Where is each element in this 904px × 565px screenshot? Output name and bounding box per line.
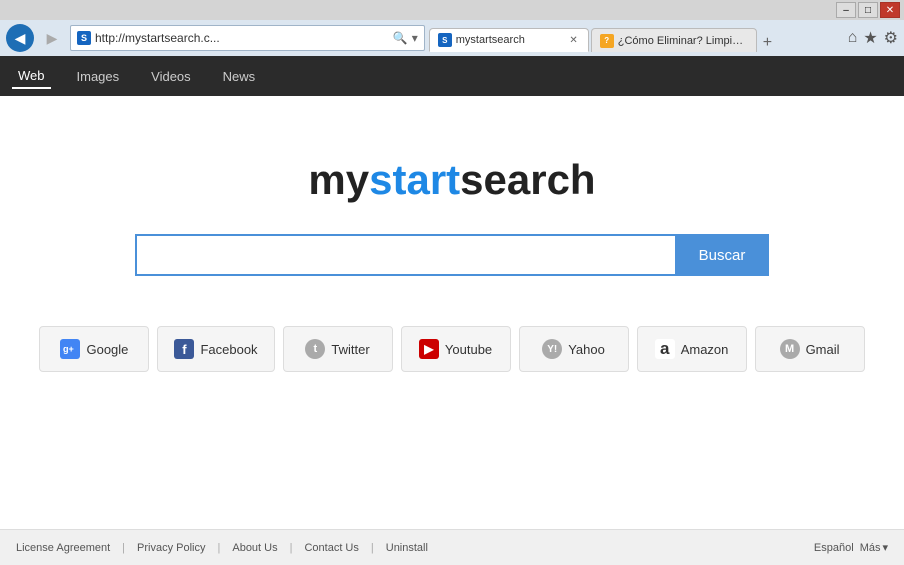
forward-icon: ▶ [47, 30, 58, 47]
nav-right: ⌂ ★ ⚙ [842, 28, 898, 48]
tab-como-eliminar[interactable]: ? ¿Cómo Eliminar? Limpiar su co... [591, 28, 757, 52]
tab-images[interactable]: Images [71, 65, 126, 88]
logo-my: my [308, 156, 369, 203]
gmail-label: Gmail [806, 342, 840, 357]
nav-bar: ◀ ▶ S http://mystartsearch.c... 🔍 ▾ S my… [0, 20, 904, 56]
footer: License Agreement | Privacy Policy | Abo… [0, 529, 904, 565]
quick-link-google[interactable]: g+ Google [39, 326, 149, 372]
license-agreement-link[interactable]: License Agreement [16, 542, 110, 554]
address-search-icon[interactable]: 🔍 [393, 31, 408, 45]
new-tab-button[interactable]: + [763, 34, 772, 52]
yahoo-icon: Y! [542, 339, 562, 359]
tab-videos[interactable]: Videos [145, 65, 197, 88]
tab-close-mystartsearch[interactable]: ✕ [567, 35, 579, 46]
search-box-row: Buscar [135, 234, 770, 276]
maximize-button[interactable]: □ [858, 2, 878, 18]
about-us-link[interactable]: About Us [232, 542, 277, 554]
google-icon: g+ [60, 339, 80, 359]
youtube-icon: ▶ [419, 339, 439, 359]
home-button[interactable]: ⌂ [848, 29, 858, 47]
amazon-icon: a [655, 339, 675, 359]
more-chevron-icon: ▾ [882, 541, 888, 554]
quick-link-yahoo[interactable]: Y! Yahoo [519, 326, 629, 372]
close-button[interactable]: ✕ [880, 2, 900, 18]
footer-right: Español Más ▾ [814, 541, 888, 554]
address-favicon: S [77, 31, 91, 45]
gmail-icon: M [780, 339, 800, 359]
back-button[interactable]: ◀ [6, 24, 34, 52]
logo: mystartsearch [308, 156, 595, 204]
google-label: Google [86, 342, 128, 357]
facebook-icon: f [174, 339, 194, 359]
yahoo-label: Yahoo [568, 342, 605, 357]
logo-search: search [460, 156, 595, 203]
forward-button[interactable]: ▶ [38, 24, 66, 52]
address-text: http://mystartsearch.c... [95, 31, 389, 45]
quick-links: g+ Google f Facebook t Twitter ▶ Youtube… [19, 326, 884, 372]
tab-news[interactable]: News [217, 65, 262, 88]
address-bar[interactable]: S http://mystartsearch.c... 🔍 ▾ [70, 25, 425, 51]
back-icon: ◀ [15, 30, 26, 47]
tab-label-mystartsearch: mystartsearch [456, 34, 525, 46]
quick-link-youtube[interactable]: ▶ Youtube [401, 326, 511, 372]
title-bar: – □ ✕ [0, 0, 904, 20]
tab-web[interactable]: Web [12, 64, 51, 89]
quick-link-twitter[interactable]: t Twitter [283, 326, 393, 372]
tab-favicon-mystartsearch: S [438, 33, 452, 47]
more-button[interactable]: Más ▾ [860, 541, 888, 554]
privacy-policy-link[interactable]: Privacy Policy [137, 542, 205, 554]
quick-link-amazon[interactable]: a Amazon [637, 326, 747, 372]
tabs-container: S mystartsearch ✕ ? ¿Cómo Eliminar? Limp… [429, 24, 838, 52]
favorites-button[interactable]: ★ [863, 28, 877, 48]
tab-label-como: ¿Cómo Eliminar? Limpiar su co... [618, 35, 748, 47]
svg-text:g+: g+ [63, 344, 74, 354]
search-toolbar: Web Images Videos News [0, 56, 904, 96]
twitter-label: Twitter [331, 342, 369, 357]
minimize-button[interactable]: – [836, 2, 856, 18]
twitter-icon: t [305, 339, 325, 359]
page-wrapper: – □ ✕ ◀ ▶ S http://mystartsearch.c... 🔍 … [0, 0, 904, 565]
youtube-label: Youtube [445, 342, 492, 357]
uninstall-link[interactable]: Uninstall [386, 542, 428, 554]
tab-mystartsearch[interactable]: S mystartsearch ✕ [429, 28, 589, 52]
more-label: Más [860, 542, 881, 554]
language-selector[interactable]: Español [814, 542, 854, 554]
quick-link-facebook[interactable]: f Facebook [157, 326, 274, 372]
search-input[interactable] [135, 234, 675, 276]
contact-us-link[interactable]: Contact Us [304, 542, 358, 554]
search-button[interactable]: Buscar [675, 234, 770, 276]
facebook-label: Facebook [200, 342, 257, 357]
address-dropdown-icon[interactable]: ▾ [412, 31, 418, 45]
footer-links: License Agreement | Privacy Policy | Abo… [16, 542, 428, 554]
quick-link-gmail[interactable]: M Gmail [755, 326, 865, 372]
amazon-label: Amazon [681, 342, 729, 357]
main-content: mystartsearch Buscar g+ Google f Faceboo… [0, 96, 904, 436]
settings-button[interactable]: ⚙ [884, 28, 898, 48]
tab-favicon-como: ? [600, 34, 614, 48]
logo-start: start [369, 156, 460, 203]
